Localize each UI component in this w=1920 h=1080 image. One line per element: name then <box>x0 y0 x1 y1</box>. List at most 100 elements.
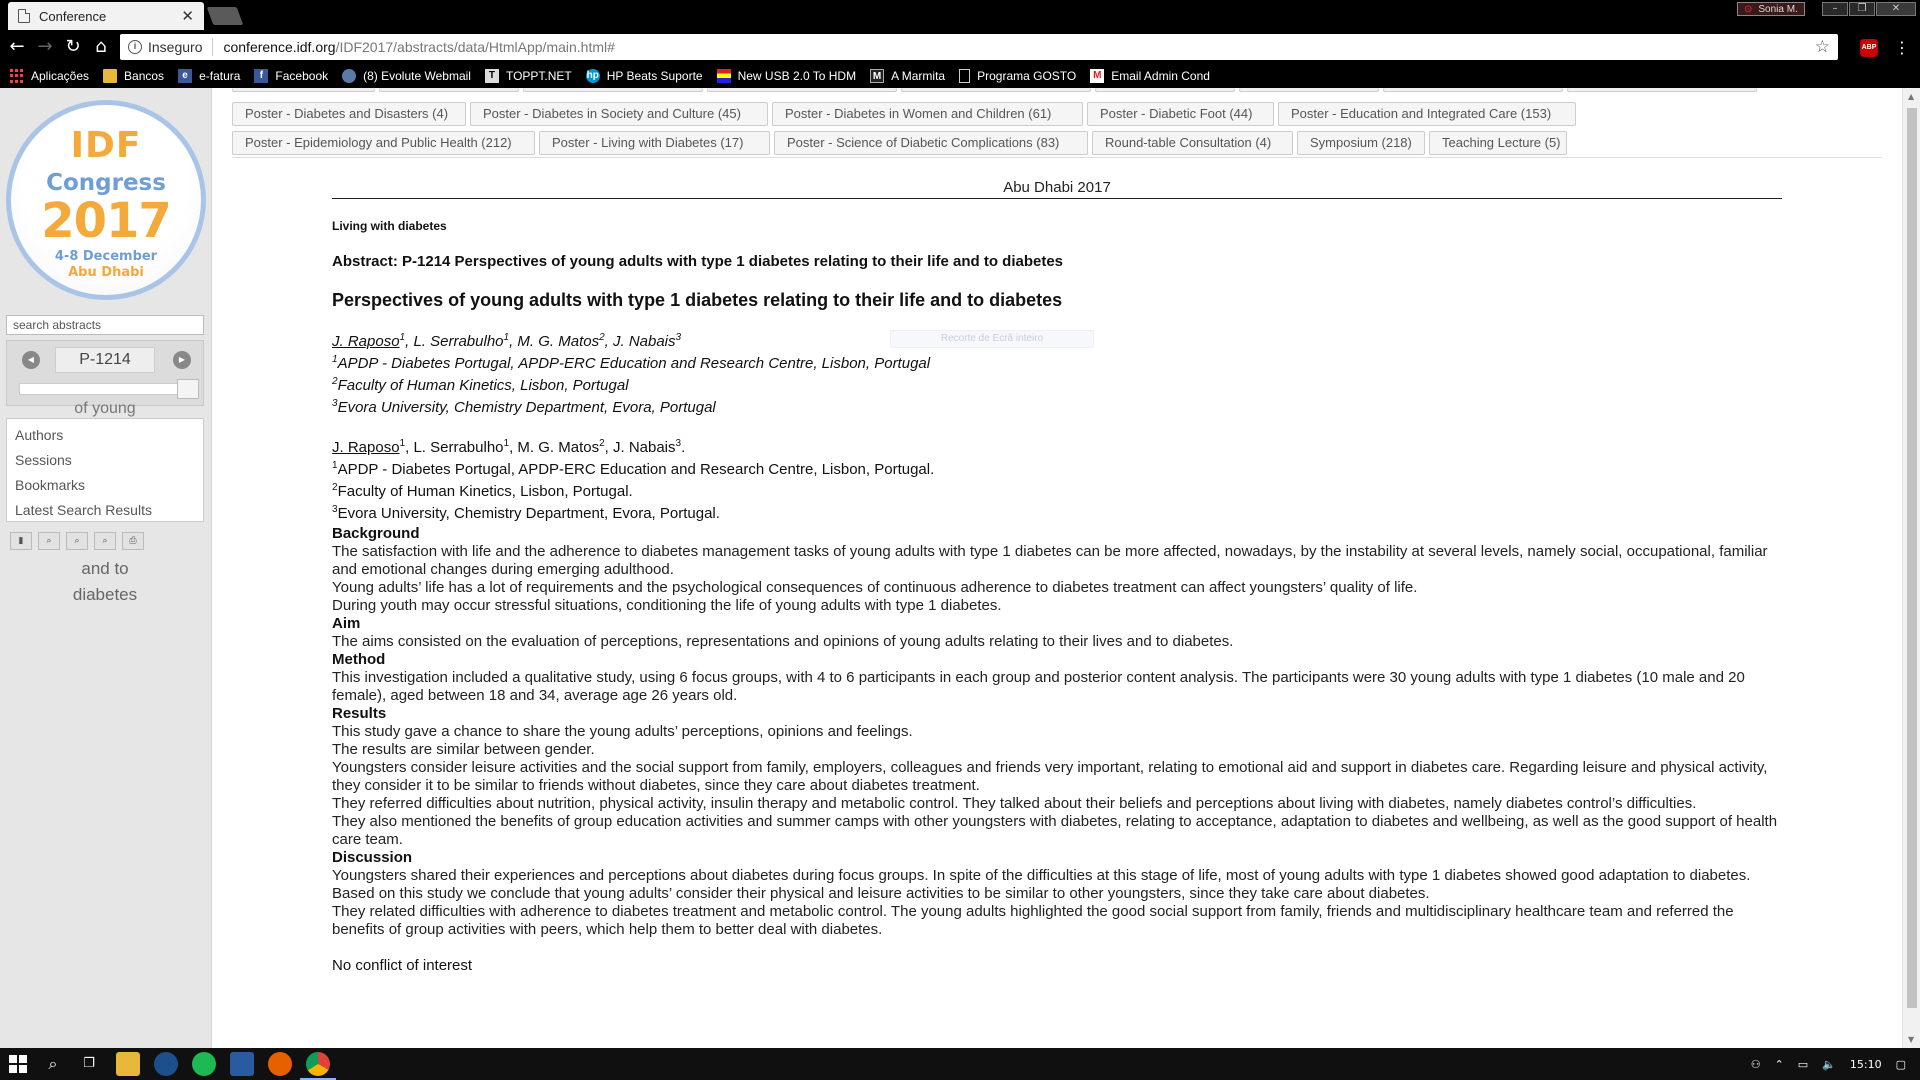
scrollbar-thumb[interactable] <box>1907 108 1917 1008</box>
section-background: Background The satisfaction with life an… <box>332 525 1782 615</box>
browser-title-bar: Conference ✕ ⊙ Sonia M. – ❐ ✕ <box>0 0 1920 30</box>
previous-abstract-icon[interactable]: ◀ <box>22 351 40 369</box>
presenting-author[interactable]: J. Raposo <box>332 333 400 350</box>
page-scrollbar[interactable]: ▲ ▼ <box>1902 88 1920 1048</box>
info-icon[interactable]: i <box>128 40 142 54</box>
paragraph: They also mentioned the benefits of grou… <box>332 813 1778 848</box>
search-icon[interactable]: ⌕ <box>42 1053 64 1075</box>
address-bar[interactable]: i Inseguro conference.idf.org /IDF2017/a… <box>120 34 1838 60</box>
paragraph: The results are similar between gender. <box>332 741 595 758</box>
affiliation: 1APDP - Diabetes Portugal, APDP-ERC Educ… <box>332 460 935 479</box>
screen-capture-hint: Recorte de Ecrã inteiro <box>890 330 1094 348</box>
network-icon[interactable]: ▭ <box>1798 1058 1808 1071</box>
tab-stub[interactable] <box>1095 88 1235 92</box>
tray-expand-icon[interactable]: ⌃ <box>1775 1058 1784 1071</box>
tab-symposium[interactable]: Symposium (218) <box>1297 131 1425 155</box>
chrome-icon[interactable] <box>300 1052 336 1080</box>
tab-diabetes-in-women-and-children[interactable]: Poster - Diabetes in Women and Children … <box>772 102 1083 126</box>
sidebar-item-sessions[interactable]: Sessions <box>7 448 203 473</box>
section-heading: Background <box>332 525 420 542</box>
bookmark-apps[interactable]: Aplicações <box>10 69 89 83</box>
clock[interactable]: 15:10 <box>1850 1058 1882 1071</box>
zoom-out-icon[interactable]: ⌕ <box>66 532 88 550</box>
tab-stub[interactable] <box>901 88 1091 92</box>
folder-icon <box>103 69 118 83</box>
page-icon <box>18 9 30 23</box>
windows-start-icon[interactable] <box>7 1053 29 1075</box>
bookmark-hp-beats[interactable]: hp HP Beats Suporte <box>585 69 703 83</box>
tab-stub[interactable] <box>1567 88 1757 92</box>
browser-tab-conference[interactable]: Conference ✕ <box>8 2 204 30</box>
tab-stub[interactable] <box>523 88 703 92</box>
sidebar-item-latest-search-results[interactable]: Latest Search Results <box>7 498 203 523</box>
tab-diabetic-foot[interactable]: Poster - Diabetic Foot (44) <box>1087 102 1274 126</box>
affiliation: 3Evora University, Chemistry Department,… <box>332 398 716 417</box>
forward-arrow-icon[interactable]: → <box>34 36 56 58</box>
firefox-icon[interactable] <box>268 1052 292 1076</box>
slider-thumb[interactable] <box>177 379 199 399</box>
spotify-icon[interactable] <box>192 1052 216 1076</box>
paragraph: They related difficulties with adherence… <box>332 903 1734 938</box>
bookmark-evolute-webmail[interactable]: (8) Evolute Webmail <box>342 69 471 83</box>
tab-education-and-integrated-care[interactable]: Poster - Education and Integrated Care (… <box>1278 102 1576 126</box>
tab-teaching-lecture[interactable]: Teaching Lecture (5) <box>1429 131 1567 155</box>
bookmark-toppt[interactable]: T TOPPT.NET <box>484 69 572 83</box>
scroll-up-icon[interactable]: ▲ <box>1908 92 1914 101</box>
tab-stub[interactable] <box>707 88 897 92</box>
restore-window-button[interactable]: ❐ <box>1849 2 1875 16</box>
sidebar-title-fragment: of young <box>74 400 136 417</box>
app-icon[interactable] <box>154 1052 178 1076</box>
bookmark-email-admin[interactable]: M Email Admin Cond <box>1090 69 1210 83</box>
bookmark-facebook[interactable]: f Facebook <box>254 69 328 83</box>
section-discussion: Discussion Youngsters shared their exper… <box>332 849 1782 939</box>
tab-epidemiology-and-public-health[interactable]: Poster - Epidemiology and Public Health … <box>232 131 535 155</box>
bookmark-efatura[interactable]: e e-fatura <box>178 69 240 83</box>
search-icon[interactable]: ⌕ <box>94 532 116 550</box>
bookmark-a-marmita[interactable]: M A Marmita <box>870 69 945 83</box>
remote-desktop-icon[interactable] <box>230 1052 254 1076</box>
bookmark-star-icon[interactable]: ☆ <box>1815 37 1830 57</box>
profile-button[interactable]: ⊙ Sonia M. <box>1737 2 1805 16</box>
new-tab-button[interactable] <box>206 7 244 25</box>
tab-diabetes-in-society-and-culture[interactable]: Poster - Diabetes in Society and Culture… <box>470 102 768 126</box>
sidebar-item-authors[interactable]: Authors <box>7 423 203 448</box>
task-view-icon[interactable]: ❐ <box>78 1053 100 1075</box>
file-explorer-icon[interactable] <box>116 1052 140 1076</box>
next-abstract-icon[interactable]: ▶ <box>173 351 191 369</box>
tab-science-of-diabetic-complications[interactable]: Poster - Science of Diabetic Complicatio… <box>774 131 1088 155</box>
bookmark-icon[interactable]: ▮ <box>10 532 32 550</box>
reload-icon[interactable]: ↻ <box>62 36 84 58</box>
tab-stub[interactable] <box>1239 88 1379 92</box>
bookmark-bancos[interactable]: Bancos <box>103 69 164 83</box>
browser-menu-icon[interactable]: ⋮ <box>1894 38 1910 57</box>
usb-icon <box>716 69 731 83</box>
adblock-extension-icon[interactable]: ABP <box>1860 39 1878 57</box>
tab-stub[interactable] <box>232 88 375 92</box>
bookmark-programa-gosto[interactable]: Programa GOSTO <box>959 69 1076 83</box>
search-abstracts-input[interactable] <box>6 315 204 335</box>
author-list: J. Raposo1, L. Serrabulho1, M. G. Matos2… <box>332 438 686 457</box>
tab-close-icon[interactable]: ✕ <box>181 7 194 25</box>
tab-stub[interactable] <box>1383 88 1563 92</box>
print-icon[interactable]: ⎙ <box>122 532 144 550</box>
gmail-icon: M <box>1090 69 1105 83</box>
section-method: Method This investigation included a qua… <box>332 651 1782 705</box>
minimize-window-button[interactable]: – <box>1822 2 1848 16</box>
affiliation: 2Faculty of Human Kinetics, Lisbon, Port… <box>332 482 633 501</box>
close-window-button[interactable]: ✕ <box>1876 2 1916 16</box>
tab-diabetes-and-disasters[interactable]: Poster - Diabetes and Disasters (4) <box>232 102 466 126</box>
scroll-down-icon[interactable]: ▼ <box>1908 1035 1914 1044</box>
notifications-icon[interactable]: ▢ <box>1896 1058 1906 1071</box>
presenting-author[interactable]: J. Raposo <box>332 439 400 456</box>
back-arrow-icon[interactable]: ← <box>6 36 28 58</box>
home-icon[interactable]: ⌂ <box>90 36 112 58</box>
sidebar-item-bookmarks[interactable]: Bookmarks <box>7 473 203 498</box>
tab-living-with-diabetes[interactable]: Poster - Living with Diabetes (17) <box>539 131 770 155</box>
tab-round-table-consultation[interactable]: Round-table Consultation (4) <box>1092 131 1293 155</box>
bookmark-usb-hdmi[interactable]: New USB 2.0 To HDM <box>716 69 856 83</box>
volume-icon[interactable]: 🔈 <box>1822 1058 1836 1071</box>
people-icon[interactable]: ⚇ <box>1751 1058 1761 1071</box>
tab-stub[interactable] <box>379 88 519 92</box>
abstract-slider[interactable] <box>19 379 199 399</box>
zoom-in-icon[interactable]: ⌕ <box>38 532 60 550</box>
